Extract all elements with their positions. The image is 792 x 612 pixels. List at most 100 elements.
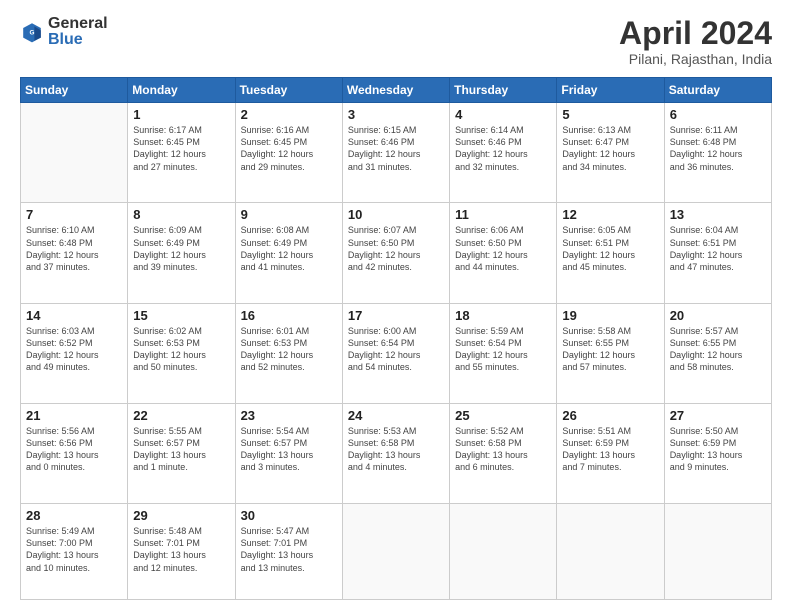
calendar-cell — [342, 504, 449, 600]
cell-details: Sunrise: 6:01 AMSunset: 6:53 PMDaylight:… — [241, 325, 337, 374]
day-number: 27 — [670, 408, 766, 423]
cell-details: Sunrise: 5:55 AMSunset: 6:57 PMDaylight:… — [133, 425, 229, 474]
calendar-cell: 9 Sunrise: 6:08 AMSunset: 6:49 PMDaylight… — [235, 203, 342, 303]
logo: G General Blue — [20, 16, 108, 48]
cell-details: Sunrise: 6:17 AMSunset: 6:45 PMDaylight:… — [133, 124, 229, 173]
cell-details: Sunrise: 6:07 AMSunset: 6:50 PMDaylight:… — [348, 224, 444, 273]
cell-details: Sunrise: 6:13 AMSunset: 6:47 PMDaylight:… — [562, 124, 658, 173]
cell-details: Sunrise: 5:57 AMSunset: 6:55 PMDaylight:… — [670, 325, 766, 374]
calendar-cell: 28Sunrise: 5:49 AMSunset: 7:00 PMDayligh… — [21, 504, 128, 600]
calendar-week-4: 21Sunrise: 5:56 AMSunset: 6:56 PMDayligh… — [21, 403, 772, 503]
logo-general-text: General — [48, 16, 108, 32]
day-number: 13 — [670, 207, 766, 222]
calendar-cell: 25 Sunrise: 5:52 AMSunset: 6:58 PMDayligh… — [450, 403, 557, 503]
calendar-cell: 27 Sunrise: 5:50 AMSunset: 6:59 PMDayligh… — [664, 403, 771, 503]
cell-details: Sunrise: 6:16 AMSunset: 6:45 PMDaylight:… — [241, 124, 337, 173]
calendar-cell: 12 Sunrise: 6:05 AMSunset: 6:51 PMDayligh… — [557, 203, 664, 303]
cell-details: Sunrise: 5:59 AMSunset: 6:54 PMDaylight:… — [455, 325, 551, 374]
calendar-col-thursday: Thursday — [450, 78, 557, 103]
cell-details: Sunrise: 6:03 AMSunset: 6:52 PMDaylight:… — [26, 325, 122, 374]
day-number: 30 — [241, 508, 337, 523]
calendar-cell: 24Sunrise: 5:53 AMSunset: 6:58 PMDayligh… — [342, 403, 449, 503]
day-number: 2 — [241, 107, 337, 122]
day-number: 26 — [562, 408, 658, 423]
day-number: 12 — [562, 207, 658, 222]
calendar-cell: 23Sunrise: 5:54 AMSunset: 6:57 PMDayligh… — [235, 403, 342, 503]
cell-details: Sunrise: 6:08 AMSunset: 6:49 PMDaylight:… — [241, 224, 337, 273]
cell-details: Sunrise: 6:05 AMSunset: 6:51 PMDaylight:… — [562, 224, 658, 273]
calendar-week-2: 7 Sunrise: 6:10 AMSunset: 6:48 PMDaylight… — [21, 203, 772, 303]
day-number: 20 — [670, 308, 766, 323]
calendar-cell: 21Sunrise: 5:56 AMSunset: 6:56 PMDayligh… — [21, 403, 128, 503]
logo-icon: G — [20, 20, 44, 44]
calendar-cell: 6 Sunrise: 6:11 AMSunset: 6:48 PMDaylight… — [664, 103, 771, 203]
title-block: April 2024 Pilani, Rajasthan, India — [619, 16, 772, 67]
calendar-cell: 26Sunrise: 5:51 AMSunset: 6:59 PMDayligh… — [557, 403, 664, 503]
day-number: 14 — [26, 308, 122, 323]
calendar-cell — [450, 504, 557, 600]
calendar-cell: 14 Sunrise: 6:03 AMSunset: 6:52 PMDayligh… — [21, 303, 128, 403]
calendar-cell: 19 Sunrise: 5:58 AMSunset: 6:55 PMDayligh… — [557, 303, 664, 403]
cell-details: Sunrise: 5:54 AMSunset: 6:57 PMDaylight:… — [241, 425, 337, 474]
logo-blue-text: Blue — [48, 32, 108, 48]
day-number: 17 — [348, 308, 444, 323]
calendar-cell: 1 Sunrise: 6:17 AMSunset: 6:45 PMDaylight… — [128, 103, 235, 203]
calendar-cell: 13Sunrise: 6:04 AMSunset: 6:51 PMDayligh… — [664, 203, 771, 303]
calendar-week-1: 1 Sunrise: 6:17 AMSunset: 6:45 PMDaylight… — [21, 103, 772, 203]
calendar-cell: 2 Sunrise: 6:16 AMSunset: 6:45 PMDaylight… — [235, 103, 342, 203]
day-number: 24 — [348, 408, 444, 423]
calendar-cell: 7 Sunrise: 6:10 AMSunset: 6:48 PMDaylight… — [21, 203, 128, 303]
cell-details: Sunrise: 6:00 AMSunset: 6:54 PMDaylight:… — [348, 325, 444, 374]
calendar-cell — [21, 103, 128, 203]
calendar-cell: 8Sunrise: 6:09 AMSunset: 6:49 PMDaylight… — [128, 203, 235, 303]
cell-details: Sunrise: 5:58 AMSunset: 6:55 PMDaylight:… — [562, 325, 658, 374]
calendar-col-sunday: Sunday — [21, 78, 128, 103]
cell-details: Sunrise: 6:15 AMSunset: 6:46 PMDaylight:… — [348, 124, 444, 173]
day-number: 6 — [670, 107, 766, 122]
page: G General Blue April 2024 Pilani, Rajast… — [0, 0, 792, 612]
calendar-cell — [557, 504, 664, 600]
day-number: 19 — [562, 308, 658, 323]
calendar-cell: 3 Sunrise: 6:15 AMSunset: 6:46 PMDaylight… — [342, 103, 449, 203]
cell-details: Sunrise: 5:47 AMSunset: 7:01 PMDaylight:… — [241, 525, 337, 574]
calendar-cell: 11 Sunrise: 6:06 AMSunset: 6:50 PMDayligh… — [450, 203, 557, 303]
svg-text:G: G — [30, 29, 35, 36]
cell-details: Sunrise: 6:10 AMSunset: 6:48 PMDaylight:… — [26, 224, 122, 273]
calendar-col-saturday: Saturday — [664, 78, 771, 103]
calendar-col-wednesday: Wednesday — [342, 78, 449, 103]
cell-details: Sunrise: 6:09 AMSunset: 6:49 PMDaylight:… — [133, 224, 229, 273]
calendar-table: SundayMondayTuesdayWednesdayThursdayFrid… — [20, 77, 772, 600]
location-subtitle: Pilani, Rajasthan, India — [619, 51, 772, 67]
calendar-col-tuesday: Tuesday — [235, 78, 342, 103]
cell-details: Sunrise: 5:52 AMSunset: 6:58 PMDaylight:… — [455, 425, 551, 474]
day-number: 11 — [455, 207, 551, 222]
calendar-cell — [664, 504, 771, 600]
calendar-week-5: 28Sunrise: 5:49 AMSunset: 7:00 PMDayligh… — [21, 504, 772, 600]
main-title: April 2024 — [619, 16, 772, 51]
cell-details: Sunrise: 5:49 AMSunset: 7:00 PMDaylight:… — [26, 525, 122, 574]
day-number: 25 — [455, 408, 551, 423]
calendar-cell: 29Sunrise: 5:48 AMSunset: 7:01 PMDayligh… — [128, 504, 235, 600]
calendar-cell: 16Sunrise: 6:01 AMSunset: 6:53 PMDayligh… — [235, 303, 342, 403]
calendar-cell: 4Sunrise: 6:14 AMSunset: 6:46 PMDaylight… — [450, 103, 557, 203]
logo-text: General Blue — [48, 16, 108, 48]
calendar-cell: 18Sunrise: 5:59 AMSunset: 6:54 PMDayligh… — [450, 303, 557, 403]
cell-details: Sunrise: 6:06 AMSunset: 6:50 PMDaylight:… — [455, 224, 551, 273]
day-number: 5 — [562, 107, 658, 122]
day-number: 7 — [26, 207, 122, 222]
calendar-col-friday: Friday — [557, 78, 664, 103]
day-number: 1 — [133, 107, 229, 122]
header: G General Blue April 2024 Pilani, Rajast… — [20, 16, 772, 67]
calendar-col-monday: Monday — [128, 78, 235, 103]
calendar-cell: 20 Sunrise: 5:57 AMSunset: 6:55 PMDayligh… — [664, 303, 771, 403]
day-number: 21 — [26, 408, 122, 423]
day-number: 10 — [348, 207, 444, 222]
calendar-cell: 15Sunrise: 6:02 AMSunset: 6:53 PMDayligh… — [128, 303, 235, 403]
cell-details: Sunrise: 5:50 AMSunset: 6:59 PMDaylight:… — [670, 425, 766, 474]
day-number: 9 — [241, 207, 337, 222]
cell-details: Sunrise: 6:02 AMSunset: 6:53 PMDaylight:… — [133, 325, 229, 374]
calendar-header-row: SundayMondayTuesdayWednesdayThursdayFrid… — [21, 78, 772, 103]
calendar-week-3: 14 Sunrise: 6:03 AMSunset: 6:52 PMDayligh… — [21, 303, 772, 403]
day-number: 3 — [348, 107, 444, 122]
cell-details: Sunrise: 6:11 AMSunset: 6:48 PMDaylight:… — [670, 124, 766, 173]
